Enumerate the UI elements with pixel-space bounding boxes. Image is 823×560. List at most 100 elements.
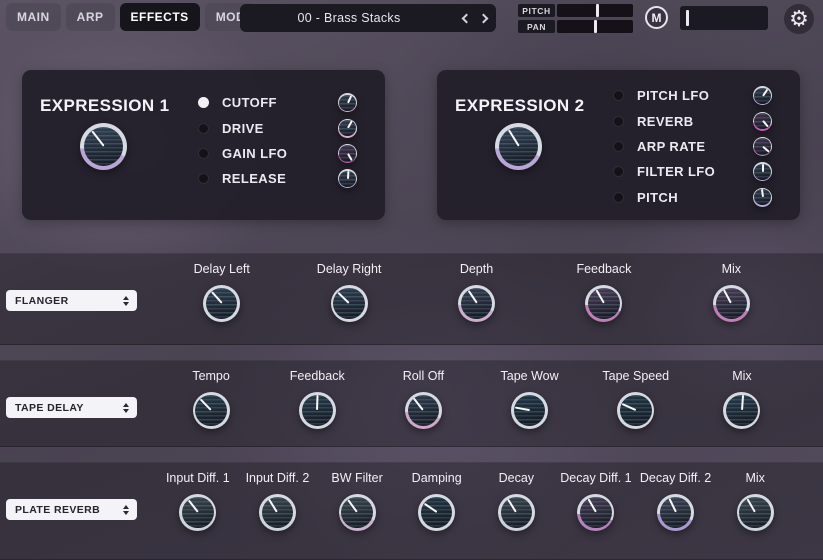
chevron-left-icon (462, 13, 472, 23)
param-cell: Roll Off (370, 360, 476, 447)
pitch-slider-handle[interactable] (596, 4, 599, 17)
target-knob-face (339, 120, 355, 136)
param-knob-face (580, 497, 611, 528)
target-knob[interactable] (753, 112, 772, 131)
param-knob-face (421, 497, 452, 528)
effect1-selector-label: FLANGER (6, 295, 123, 307)
tab-arp[interactable]: ARP (66, 3, 115, 31)
target-select-dot[interactable] (613, 90, 624, 101)
pan-slider-handle[interactable] (594, 20, 597, 33)
expression1-title: EXPRESSION 1 (40, 96, 170, 116)
param-knob[interactable] (458, 285, 495, 322)
preset-next-button[interactable] (475, 4, 492, 32)
param-knob[interactable] (617, 392, 654, 429)
param-cell: Input Diff. 1 (158, 462, 238, 560)
param-knob-face (588, 288, 619, 319)
target-knob[interactable] (753, 188, 772, 207)
param-knob[interactable] (179, 494, 216, 531)
expression1-targets: CUTOFFDRIVEGAIN LFORELEASE (198, 90, 357, 192)
pitch-slider[interactable] (557, 4, 633, 17)
param-label: Mix (745, 471, 764, 485)
target-label: REVERB (637, 114, 753, 129)
param-knob-face (716, 288, 747, 319)
param-knob[interactable] (577, 494, 614, 531)
param-knob[interactable] (585, 285, 622, 322)
param-knob[interactable] (339, 494, 376, 531)
expression2-macro-knob[interactable] (495, 123, 542, 170)
param-knob[interactable] (299, 392, 336, 429)
updown-arrows-icon (123, 505, 129, 515)
expression-target-row: GAIN LFO (198, 141, 357, 166)
target-label: RELEASE (222, 171, 338, 186)
param-knob-face (461, 288, 492, 319)
target-knob[interactable] (753, 137, 772, 156)
pan-slider[interactable] (557, 20, 633, 33)
param-knob-face (182, 497, 213, 528)
synth-plugin-window: MAINARPEFFECTSMOD 00 - Brass Stacks PITC… (0, 0, 823, 560)
target-select-dot[interactable] (198, 97, 209, 108)
param-cell: BW Filter (317, 462, 397, 560)
target-select-dot[interactable] (613, 192, 624, 203)
pan-label: PAN (518, 20, 555, 33)
tab-main[interactable]: MAIN (6, 3, 61, 31)
target-select-dot[interactable] (613, 116, 624, 127)
param-knob[interactable] (259, 494, 296, 531)
effect2-selector[interactable]: TAPE DELAY (6, 397, 137, 418)
param-knob[interactable] (405, 392, 442, 429)
param-label: Mix (732, 369, 751, 383)
target-knob[interactable] (338, 93, 357, 112)
param-knob-face (501, 497, 532, 528)
param-cell: Feedback (540, 253, 667, 345)
expression-target-row: DRIVE (198, 115, 357, 140)
param-cell: Mix (715, 462, 795, 560)
target-knob[interactable] (753, 86, 772, 105)
target-label: GAIN LFO (222, 146, 338, 161)
target-select-dot[interactable] (613, 166, 624, 177)
param-knob[interactable] (713, 285, 750, 322)
effect1-selector[interactable]: FLANGER (6, 290, 137, 311)
param-label: Roll Off (403, 369, 444, 383)
effect3-selector[interactable]: PLATE REVERB (6, 499, 137, 520)
tab-effects[interactable]: EFFECTS (120, 3, 200, 31)
param-knob[interactable] (657, 494, 694, 531)
param-label: Tape Wow (501, 369, 559, 383)
flanger-row: FLANGER Delay LeftDelay RightDepthFeedba… (0, 253, 823, 345)
target-select-dot[interactable] (613, 141, 624, 152)
param-label: BW Filter (331, 471, 382, 485)
param-knob[interactable] (203, 285, 240, 322)
preset-selector[interactable]: 00 - Brass Stacks (240, 4, 496, 32)
target-select-dot[interactable] (198, 123, 209, 134)
target-knob[interactable] (753, 162, 772, 181)
pan-row: PAN (518, 20, 633, 33)
param-cell: Tape Speed (583, 360, 689, 447)
param-cell: Decay Diff. 1 (556, 462, 636, 560)
expression1-macro-knob[interactable] (80, 123, 127, 170)
mono-button[interactable]: M (645, 6, 668, 29)
target-select-dot[interactable] (198, 148, 209, 159)
plate-reverb-params: Input Diff. 1Input Diff. 2BW FilterDampi… (158, 462, 795, 560)
param-knob[interactable] (331, 285, 368, 322)
target-knob[interactable] (338, 119, 357, 138)
effect2-selector-label: TAPE DELAY (6, 402, 123, 414)
output-slider-handle[interactable] (686, 10, 689, 26)
param-knob[interactable] (193, 392, 230, 429)
updown-arrows-icon (123, 296, 129, 306)
param-knob[interactable] (723, 392, 760, 429)
param-knob[interactable] (511, 392, 548, 429)
param-label: Input Diff. 2 (246, 471, 310, 485)
chevron-right-icon (479, 13, 489, 23)
target-select-dot[interactable] (198, 173, 209, 184)
tape-delay-params: TempoFeedbackRoll OffTape WowTape SpeedM… (158, 360, 795, 447)
param-cell: Tape Wow (477, 360, 583, 447)
preset-prev-button[interactable] (458, 4, 475, 32)
output-slider[interactable] (680, 6, 768, 30)
param-knob[interactable] (498, 494, 535, 531)
target-knob[interactable] (338, 169, 357, 188)
param-knob[interactable] (737, 494, 774, 531)
param-knob[interactable] (418, 494, 455, 531)
expression1-panel: EXPRESSION 1 CUTOFFDRIVEGAIN LFORELEASE (22, 70, 385, 220)
tape-delay-row: TAPE DELAY TempoFeedbackRoll OffTape Wow… (0, 360, 823, 447)
target-knob[interactable] (338, 144, 357, 163)
settings-gear-icon[interactable]: ⚙ (784, 4, 814, 34)
param-cell: Delay Left (158, 253, 285, 345)
